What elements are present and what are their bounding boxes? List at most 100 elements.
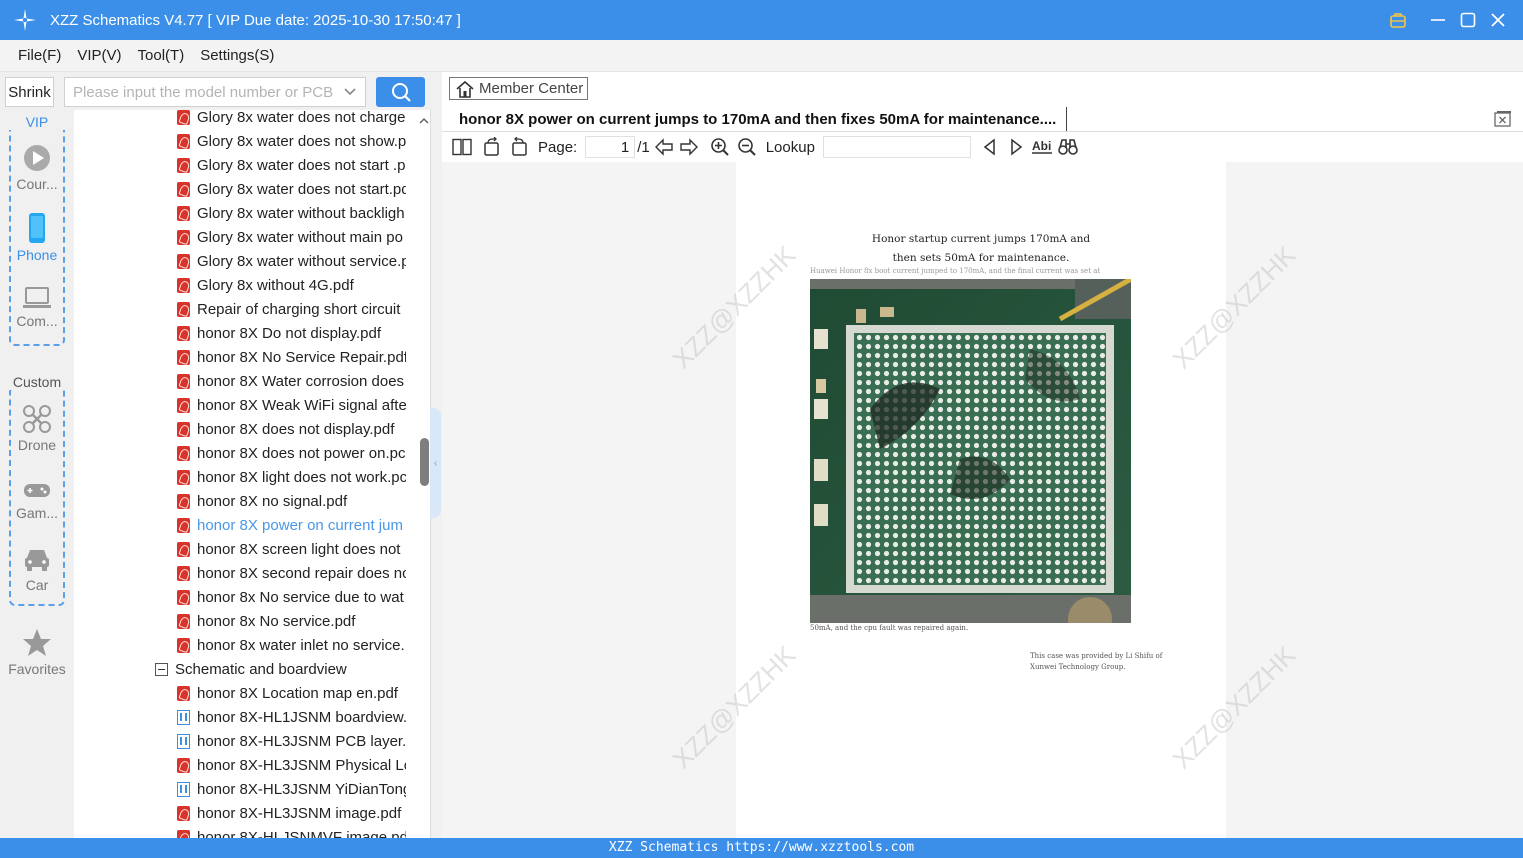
sidebar-item-phone[interactable]: Phone — [0, 212, 74, 263]
caption-bottom: 50mA, and the cpu fault was repaired aga… — [810, 624, 969, 632]
tree-scroll-thumb[interactable] — [420, 438, 429, 486]
vip-bag-icon[interactable] — [1383, 5, 1413, 35]
lookup-input[interactable] — [822, 136, 971, 158]
file-tree-item[interactable]: honor 8X Water corrosion does — [177, 369, 406, 393]
file-tree-item[interactable]: Glory 8x water does not start .pc — [177, 153, 406, 177]
file-tree-item[interactable]: Glory 8x water does not start.pd — [177, 177, 406, 201]
model-search-combobox[interactable] — [64, 77, 366, 107]
pdf-file-icon — [177, 373, 190, 389]
sidebar-item-drone[interactable]: Drone — [0, 404, 74, 453]
collapse-panel-handle[interactable]: ‹ — [430, 408, 441, 518]
file-tree-item[interactable]: honor 8X-HLJSNMVF image.pd — [177, 825, 406, 838]
file-tree-item[interactable]: honor 8X Location map en.pdf — [177, 681, 406, 705]
pdf-viewer[interactable]: Honor startup current jumps 170mA and th… — [442, 162, 1523, 838]
two-page-view-button[interactable] — [446, 134, 478, 160]
file-tree-item[interactable]: honor 8x No service.pdf — [177, 609, 406, 633]
zoom-out-icon — [737, 138, 756, 156]
document-title: Honor startup current jumps 170mA and th… — [736, 230, 1226, 268]
close-button[interactable] — [1483, 5, 1513, 35]
file-tree-item[interactable]: Glory 8x water without main po — [177, 225, 406, 249]
find-binoculars-button[interactable] — [1055, 134, 1081, 160]
boardview-file-icon — [177, 709, 190, 725]
rotate-left-button[interactable] — [478, 134, 506, 160]
pdf-file-icon — [177, 613, 190, 629]
file-tree-item[interactable]: honor 8X-HL3JSNM Physical Lo — [177, 753, 406, 777]
match-case-button[interactable]: Abi — [1029, 134, 1055, 160]
file-tree-item-label: honor 8X second repair does nc — [197, 564, 406, 582]
file-tree-item[interactable]: honor 8X Do not display.pdf — [177, 321, 406, 345]
chevron-down-icon[interactable] — [343, 84, 357, 103]
chevron-up-icon[interactable] — [418, 114, 430, 128]
rotate-right-button[interactable] — [506, 134, 532, 160]
collapse-folder-icon[interactable] — [155, 662, 168, 676]
menu-settings[interactable]: Settings(S) — [200, 47, 274, 64]
caption-top: Huawei Honor 8x boot current jumped to 1… — [810, 267, 1101, 275]
file-tree-item[interactable]: Glory 8x water does not charge. — [177, 110, 406, 129]
file-tree-item[interactable]: honor 8X power on current jum — [177, 513, 406, 537]
file-tree-item[interactable]: Glory 8x water does not show.pc — [177, 129, 406, 153]
file-tree-item[interactable]: honor 8X-HL3JSNM image.pdf — [177, 801, 406, 825]
sidebar-item-car[interactable]: Car — [0, 546, 74, 593]
star-icon — [23, 629, 51, 656]
document-title-line1: Honor startup current jumps 170mA and — [871, 233, 1091, 245]
file-tree-item[interactable]: honor 8X screen light does not — [177, 537, 406, 561]
file-tree-item[interactable]: Glory 8x water without service.p — [177, 249, 406, 273]
rotate-right-icon — [512, 137, 527, 156]
chevron-left-icon: ‹ — [433, 457, 438, 469]
tree-folder-schematic[interactable]: Schematic and boardview — [155, 657, 405, 681]
file-tree-item[interactable]: honor 8x water inlet no service. — [177, 633, 406, 657]
pdf-file-icon — [177, 757, 190, 773]
sidebar-item-computer[interactable]: Com... — [0, 286, 74, 329]
menu-vip[interactable]: VIP(V) — [77, 47, 121, 64]
file-tree-item[interactable]: honor 8X-HL1JSNM boardview. — [177, 705, 406, 729]
arrow-right-icon — [680, 138, 698, 156]
sidebar-item-label: Phone — [16, 247, 58, 263]
pdf-page: Honor startup current jumps 170mA and th… — [736, 162, 1226, 838]
find-previous-button[interactable] — [977, 134, 1003, 160]
previous-page-button[interactable] — [652, 134, 676, 160]
file-tree-item[interactable]: honor 8X-HL3JSNM YiDianTong — [177, 777, 406, 801]
sidebar-item-games[interactable]: Gam... — [0, 480, 74, 521]
file-tree: Glory 8x water does not charge. Glory 8x … — [74, 110, 431, 838]
file-tree-item-label: honor 8X-HL1JSNM boardview. — [197, 708, 406, 726]
zoom-in-button[interactable] — [706, 134, 734, 160]
maximize-button[interactable] — [1453, 5, 1483, 35]
file-tree-item[interactable]: honor 8X Weak WiFi signal afte — [177, 393, 406, 417]
minimize-button[interactable] — [1423, 5, 1453, 35]
file-tree-item[interactable]: honor 8X does not power on.pc — [177, 441, 406, 465]
file-tree-item[interactable]: honor 8x No service due to wat — [177, 585, 406, 609]
find-next-button[interactable] — [1003, 134, 1029, 160]
pdf-file-icon — [177, 157, 190, 173]
close-tab-button[interactable] — [1494, 110, 1512, 128]
file-tree-item[interactable]: honor 8X second repair does nc — [177, 561, 406, 585]
zoom-out-button[interactable] — [734, 134, 760, 160]
sidebar-item-courses[interactable]: Cour... — [0, 143, 74, 192]
file-tree-item[interactable]: honor 8X No Service Repair.pdf — [177, 345, 406, 369]
drone-icon — [23, 405, 51, 433]
file-tree-item[interactable]: honor 8X no signal.pdf — [177, 489, 406, 513]
file-tree-item[interactable]: Glory 8x water without backligh — [177, 201, 406, 225]
file-tree-item[interactable]: Repair of charging short circuit — [177, 297, 406, 321]
next-page-button[interactable] — [676, 134, 702, 160]
pdf-file-icon — [177, 110, 190, 125]
page-number-input[interactable] — [585, 136, 636, 158]
search-input[interactable] — [73, 83, 333, 101]
pdf-file-icon — [177, 637, 190, 653]
pdf-file-icon — [177, 493, 190, 509]
menu-file[interactable]: File(F) — [18, 47, 61, 64]
file-tree-item[interactable]: Glory 8x without 4G.pdf — [177, 273, 406, 297]
search-button[interactable] — [376, 77, 425, 107]
file-tree-item-label: honor 8X-HL3JSNM Physical Lo — [197, 756, 406, 774]
document-tab[interactable]: honor 8X power on current jumps to 170mA… — [449, 107, 1067, 131]
member-center-button[interactable]: Member Center — [449, 77, 588, 100]
sidebar-item-favorites[interactable]: Favorites — [0, 628, 74, 677]
file-tree-item-label: Glory 8x water does not charge. — [197, 110, 406, 126]
file-tree-item[interactable]: honor 8X light does not work.pc — [177, 465, 406, 489]
vip-group-label: VIP — [23, 114, 51, 130]
file-tree-item[interactable]: honor 8X does not display.pdf — [177, 417, 406, 441]
menu-tool[interactable]: Tool(T) — [138, 47, 185, 64]
file-tree-item-label: honor 8X Weak WiFi signal afte — [197, 396, 406, 414]
app-logo-icon — [12, 7, 38, 33]
shrink-button[interactable]: Shrink — [5, 77, 54, 107]
file-tree-item[interactable]: honor 8X-HL3JSNM PCB layer.p — [177, 729, 406, 753]
